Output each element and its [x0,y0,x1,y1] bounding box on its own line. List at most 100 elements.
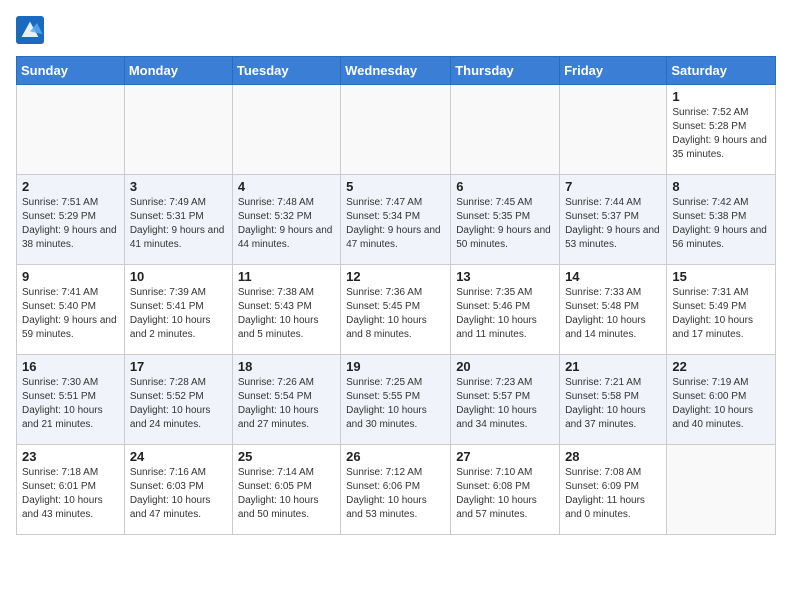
weekday-header: Tuesday [232,57,340,85]
day-number: 14 [565,269,661,284]
calendar-cell: 20 Sunrise: 7:23 AM Sunset: 5:57 PM Dayli… [451,355,560,445]
day-info: Sunrise: 7:39 AM Sunset: 5:41 PM Dayligh… [130,286,227,342]
day-info: Sunrise: 7:45 AM Sunset: 5:35 PM Dayligh… [456,196,554,252]
weekday-header: Sunday [17,57,125,85]
day-number: 23 [22,449,119,464]
calendar-cell: 22Sunrise: 7:19 AM Sunset: 6:00 PM Dayli… [667,355,776,445]
calendar-cell [124,85,232,175]
calendar-cell: 9 Sunrise: 7:41 AM Sunset: 5:40 PM Daylig… [17,265,125,355]
day-number: 1 [672,89,770,104]
day-info: Sunrise: 7:12 AM Sunset: 6:06 PM Dayligh… [346,466,445,522]
day-info: Sunrise: 7:36 AM Sunset: 5:45 PM Dayligh… [346,286,445,342]
calendar-body: 1Sunrise: 7:52 AM Sunset: 5:28 PM Daylig… [17,85,776,535]
calendar-week-row: 1Sunrise: 7:52 AM Sunset: 5:28 PM Daylig… [17,85,776,175]
day-info: Sunrise: 7:42 AM Sunset: 5:38 PM Dayligh… [672,196,770,252]
day-info: Sunrise: 7:28 AM Sunset: 5:52 PM Dayligh… [130,376,227,432]
calendar-cell: 5Sunrise: 7:47 AM Sunset: 5:34 PM Daylig… [341,175,451,265]
calendar-cell: 23Sunrise: 7:18 AM Sunset: 6:01 PM Dayli… [17,445,125,535]
calendar-cell: 26 Sunrise: 7:12 AM Sunset: 6:06 PM Dayli… [341,445,451,535]
calendar-cell [451,85,560,175]
day-number: 8 [672,179,770,194]
page-header [16,16,776,44]
calendar-cell: 21 Sunrise: 7:21 AM Sunset: 5:58 PM Dayli… [560,355,667,445]
weekday-header: Thursday [451,57,560,85]
day-info: Sunrise: 7:10 AM Sunset: 6:08 PM Dayligh… [456,466,554,522]
calendar-cell: 24 Sunrise: 7:16 AM Sunset: 6:03 PM Dayli… [124,445,232,535]
calendar-cell: 28 Sunrise: 7:08 AM Sunset: 6:09 PM Dayli… [560,445,667,535]
day-info: Sunrise: 7:30 AM Sunset: 5:51 PM Dayligh… [22,376,119,432]
day-number: 11 [238,269,335,284]
day-number: 4 [238,179,335,194]
calendar-cell: 25 Sunrise: 7:14 AM Sunset: 6:05 PM Dayli… [232,445,340,535]
day-number: 21 [565,359,661,374]
day-number: 26 [346,449,445,464]
day-info: Sunrise: 7:19 AM Sunset: 6:00 PM Dayligh… [672,376,770,432]
day-info: Sunrise: 7:26 AM Sunset: 5:54 PM Dayligh… [238,376,335,432]
calendar-cell: 7 Sunrise: 7:44 AM Sunset: 5:37 PM Daylig… [560,175,667,265]
calendar-cell: 16 Sunrise: 7:30 AM Sunset: 5:51 PM Dayli… [17,355,125,445]
calendar-week-row: 2 Sunrise: 7:51 AM Sunset: 5:29 PM Daylig… [17,175,776,265]
day-info: Sunrise: 7:21 AM Sunset: 5:58 PM Dayligh… [565,376,661,432]
day-number: 6 [456,179,554,194]
logo [16,16,48,44]
day-number: 17 [130,359,227,374]
day-info: Sunrise: 7:41 AM Sunset: 5:40 PM Dayligh… [22,286,119,342]
calendar-cell: 8 Sunrise: 7:42 AM Sunset: 5:38 PM Daylig… [667,175,776,265]
logo-icon [16,16,44,44]
calendar-cell: 12 Sunrise: 7:36 AM Sunset: 5:45 PM Dayli… [341,265,451,355]
calendar-cell: 14 Sunrise: 7:33 AM Sunset: 5:48 PM Dayli… [560,265,667,355]
day-number: 16 [22,359,119,374]
day-info: Sunrise: 7:23 AM Sunset: 5:57 PM Dayligh… [456,376,554,432]
weekday-header: Friday [560,57,667,85]
calendar-cell: 11 Sunrise: 7:38 AM Sunset: 5:43 PM Dayli… [232,265,340,355]
calendar-week-row: 23Sunrise: 7:18 AM Sunset: 6:01 PM Dayli… [17,445,776,535]
weekday-header: Monday [124,57,232,85]
day-number: 3 [130,179,227,194]
weekday-header: Wednesday [341,57,451,85]
day-info: Sunrise: 7:33 AM Sunset: 5:48 PM Dayligh… [565,286,661,342]
day-number: 9 [22,269,119,284]
calendar-cell [17,85,125,175]
calendar-cell: 13 Sunrise: 7:35 AM Sunset: 5:46 PM Dayli… [451,265,560,355]
day-number: 15 [672,269,770,284]
day-number: 24 [130,449,227,464]
calendar-cell: 6 Sunrise: 7:45 AM Sunset: 5:35 PM Daylig… [451,175,560,265]
day-info: Sunrise: 7:35 AM Sunset: 5:46 PM Dayligh… [456,286,554,342]
calendar-cell: 1Sunrise: 7:52 AM Sunset: 5:28 PM Daylig… [667,85,776,175]
calendar-table: SundayMondayTuesdayWednesdayThursdayFrid… [16,56,776,535]
day-number: 19 [346,359,445,374]
day-number: 25 [238,449,335,464]
day-number: 28 [565,449,661,464]
calendar-cell: 27 Sunrise: 7:10 AM Sunset: 6:08 PM Dayli… [451,445,560,535]
day-info: Sunrise: 7:08 AM Sunset: 6:09 PM Dayligh… [565,466,661,522]
day-info: Sunrise: 7:49 AM Sunset: 5:31 PM Dayligh… [130,196,227,252]
header-row: SundayMondayTuesdayWednesdayThursdayFrid… [17,57,776,85]
calendar-cell: 18Sunrise: 7:26 AM Sunset: 5:54 PM Dayli… [232,355,340,445]
day-number: 20 [456,359,554,374]
calendar-cell [341,85,451,175]
day-info: Sunrise: 7:44 AM Sunset: 5:37 PM Dayligh… [565,196,661,252]
calendar-cell: 17 Sunrise: 7:28 AM Sunset: 5:52 PM Dayli… [124,355,232,445]
calendar-cell: 4Sunrise: 7:48 AM Sunset: 5:32 PM Daylig… [232,175,340,265]
calendar-week-row: 16 Sunrise: 7:30 AM Sunset: 5:51 PM Dayli… [17,355,776,445]
day-info: Sunrise: 7:31 AM Sunset: 5:49 PM Dayligh… [672,286,770,342]
day-number: 12 [346,269,445,284]
calendar-week-row: 9 Sunrise: 7:41 AM Sunset: 5:40 PM Daylig… [17,265,776,355]
calendar-cell: 15 Sunrise: 7:31 AM Sunset: 5:49 PM Dayli… [667,265,776,355]
day-info: Sunrise: 7:47 AM Sunset: 5:34 PM Dayligh… [346,196,445,252]
day-number: 10 [130,269,227,284]
calendar-cell: 19Sunrise: 7:25 AM Sunset: 5:55 PM Dayli… [341,355,451,445]
day-info: Sunrise: 7:51 AM Sunset: 5:29 PM Dayligh… [22,196,119,252]
calendar-cell [560,85,667,175]
day-number: 27 [456,449,554,464]
calendar-cell: 3 Sunrise: 7:49 AM Sunset: 5:31 PM Daylig… [124,175,232,265]
calendar-header: SundayMondayTuesdayWednesdayThursdayFrid… [17,57,776,85]
day-number: 13 [456,269,554,284]
day-info: Sunrise: 7:14 AM Sunset: 6:05 PM Dayligh… [238,466,335,522]
day-number: 7 [565,179,661,194]
day-number: 2 [22,179,119,194]
day-info: Sunrise: 7:16 AM Sunset: 6:03 PM Dayligh… [130,466,227,522]
day-info: Sunrise: 7:38 AM Sunset: 5:43 PM Dayligh… [238,286,335,342]
weekday-header: Saturday [667,57,776,85]
calendar-cell: 10 Sunrise: 7:39 AM Sunset: 5:41 PM Dayli… [124,265,232,355]
